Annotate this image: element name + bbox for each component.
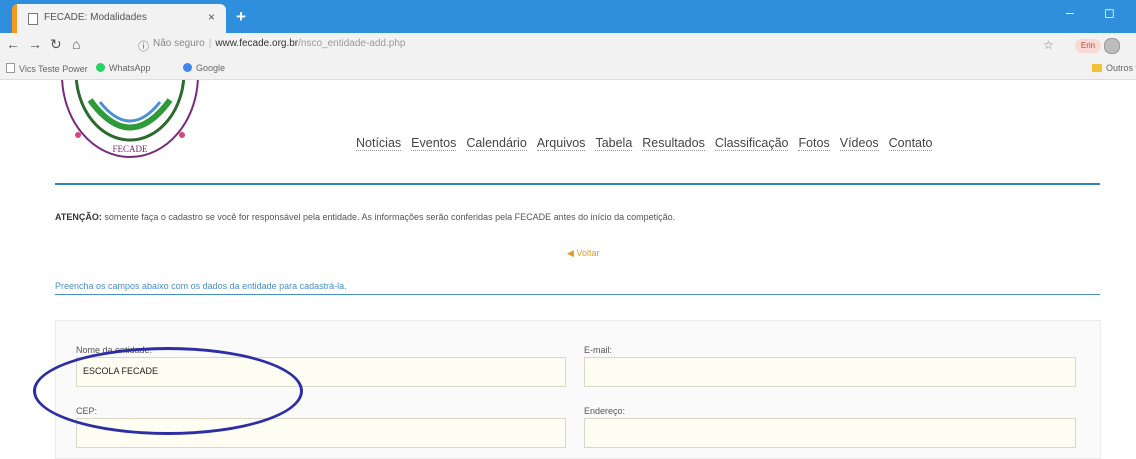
cep-input[interactable]	[76, 418, 566, 448]
bookmark-label: Google	[196, 63, 226, 73]
home-icon[interactable]: ⌂	[72, 36, 80, 52]
back-link-label: Voltar	[576, 248, 600, 258]
new-tab-button[interactable]: +	[236, 7, 246, 27]
reload-icon[interactable]: ↻	[50, 36, 62, 53]
cep-label: CEP:	[76, 406, 98, 416]
bookmark-label: Vics Teste Power	[19, 64, 88, 74]
back-link[interactable]: ◀ Voltar	[567, 248, 599, 259]
form-instructions: Preencha os campos abaixo com os dados d…	[55, 281, 347, 291]
email-label: E-mail:	[584, 345, 613, 355]
site-navigation: Notícias Eventos Calendário Arquivos Tabela R…	[356, 136, 942, 151]
browser-tab-bar: FECADE: Modalidades × + – ◻	[0, 0, 1136, 33]
notice-label: ATENÇÃO:	[55, 212, 102, 222]
nav-fotos[interactable]: Fotos	[798, 136, 830, 151]
triangle-left-icon: ◀	[567, 248, 574, 258]
instructions-divider	[55, 294, 1100, 295]
entity-form: Nome da entidade: ESCOLA FECADE E-mail: …	[55, 320, 1101, 459]
other-bookmarks[interactable]: Outros favoritos	[1092, 63, 1136, 73]
bookmark-vics[interactable]: Vics Teste Power	[6, 63, 88, 74]
notice-text: somente faça o cadastro se você for resp…	[104, 212, 676, 222]
address-bar[interactable]: Não seguro | www.fecade.org.br/nsco_entida…	[153, 38, 405, 49]
address-input[interactable]	[584, 418, 1076, 448]
nav-noticias[interactable]: Notícias	[356, 136, 402, 151]
forward-arrow-icon[interactable]: →	[28, 36, 42, 52]
entity-name-label: Nome da entidade:	[76, 345, 153, 355]
bookmark-label: WhatsApp	[109, 63, 151, 73]
maximize-icon[interactable]: ◻	[1104, 5, 1115, 21]
nav-resultados[interactable]: Resultados	[642, 136, 705, 151]
bookmarks-bar: Vics Teste Power WhatsApp Google Outros …	[0, 59, 1136, 80]
fecade-logo-icon: FECADE	[61, 80, 199, 158]
whatsapp-icon	[96, 63, 105, 72]
bookmark-google[interactable]: Google	[183, 63, 225, 73]
nav-eventos[interactable]: Eventos	[411, 136, 457, 151]
browser-toolbar: ← → ↻ ⌂ ⓘ Não seguro | www.fecade.org.br/n…	[0, 33, 1136, 59]
url-path: /nsco_entidade-add.php	[298, 38, 406, 49]
site-logo[interactable]: FECADE	[60, 80, 200, 160]
nav-classificacao[interactable]: Classificação	[714, 136, 789, 151]
back-arrow-icon[interactable]: ←	[6, 36, 20, 52]
page-icon	[6, 63, 15, 73]
nav-calendario[interactable]: Calendário	[466, 136, 527, 151]
tab-accent	[12, 4, 17, 33]
security-indicator: Não seguro	[153, 38, 205, 49]
nav-contato[interactable]: Contato	[888, 136, 933, 151]
browser-tab[interactable]: FECADE: Modalidades ×	[12, 4, 226, 33]
folder-icon	[1092, 64, 1102, 72]
url-domain: www.fecade.org.br	[215, 38, 299, 49]
entity-name-input[interactable]: ESCOLA FECADE	[76, 357, 566, 387]
nav-arquivos[interactable]: Arquivos	[536, 136, 586, 151]
address-label: Endereço:	[584, 406, 626, 416]
logo-text: FECADE	[112, 144, 148, 154]
close-tab-icon[interactable]: ×	[208, 10, 215, 24]
avatar[interactable]	[1104, 38, 1120, 54]
omnibox-separator: |	[208, 38, 212, 49]
nav-tabela[interactable]: Tabela	[595, 136, 633, 151]
nav-videos[interactable]: Vídeos	[839, 136, 879, 151]
email-input[interactable]	[584, 357, 1076, 387]
info-icon[interactable]: ⓘ	[138, 38, 149, 54]
bookmark-whatsapp[interactable]: WhatsApp	[96, 63, 151, 73]
minimize-icon[interactable]: –	[1066, 4, 1074, 20]
bookmark-star-icon[interactable]: ☆	[1043, 38, 1054, 52]
profile-chip[interactable]: Erin	[1075, 39, 1101, 53]
header-divider	[55, 183, 1100, 185]
tab-title: FECADE: Modalidades	[44, 12, 147, 23]
google-icon	[183, 63, 192, 72]
other-bookmarks-label: Outros favoritos	[1106, 63, 1136, 73]
attention-notice: ATENÇÃO: somente faça o cadastro se você…	[55, 212, 675, 222]
page-icon	[28, 13, 38, 25]
